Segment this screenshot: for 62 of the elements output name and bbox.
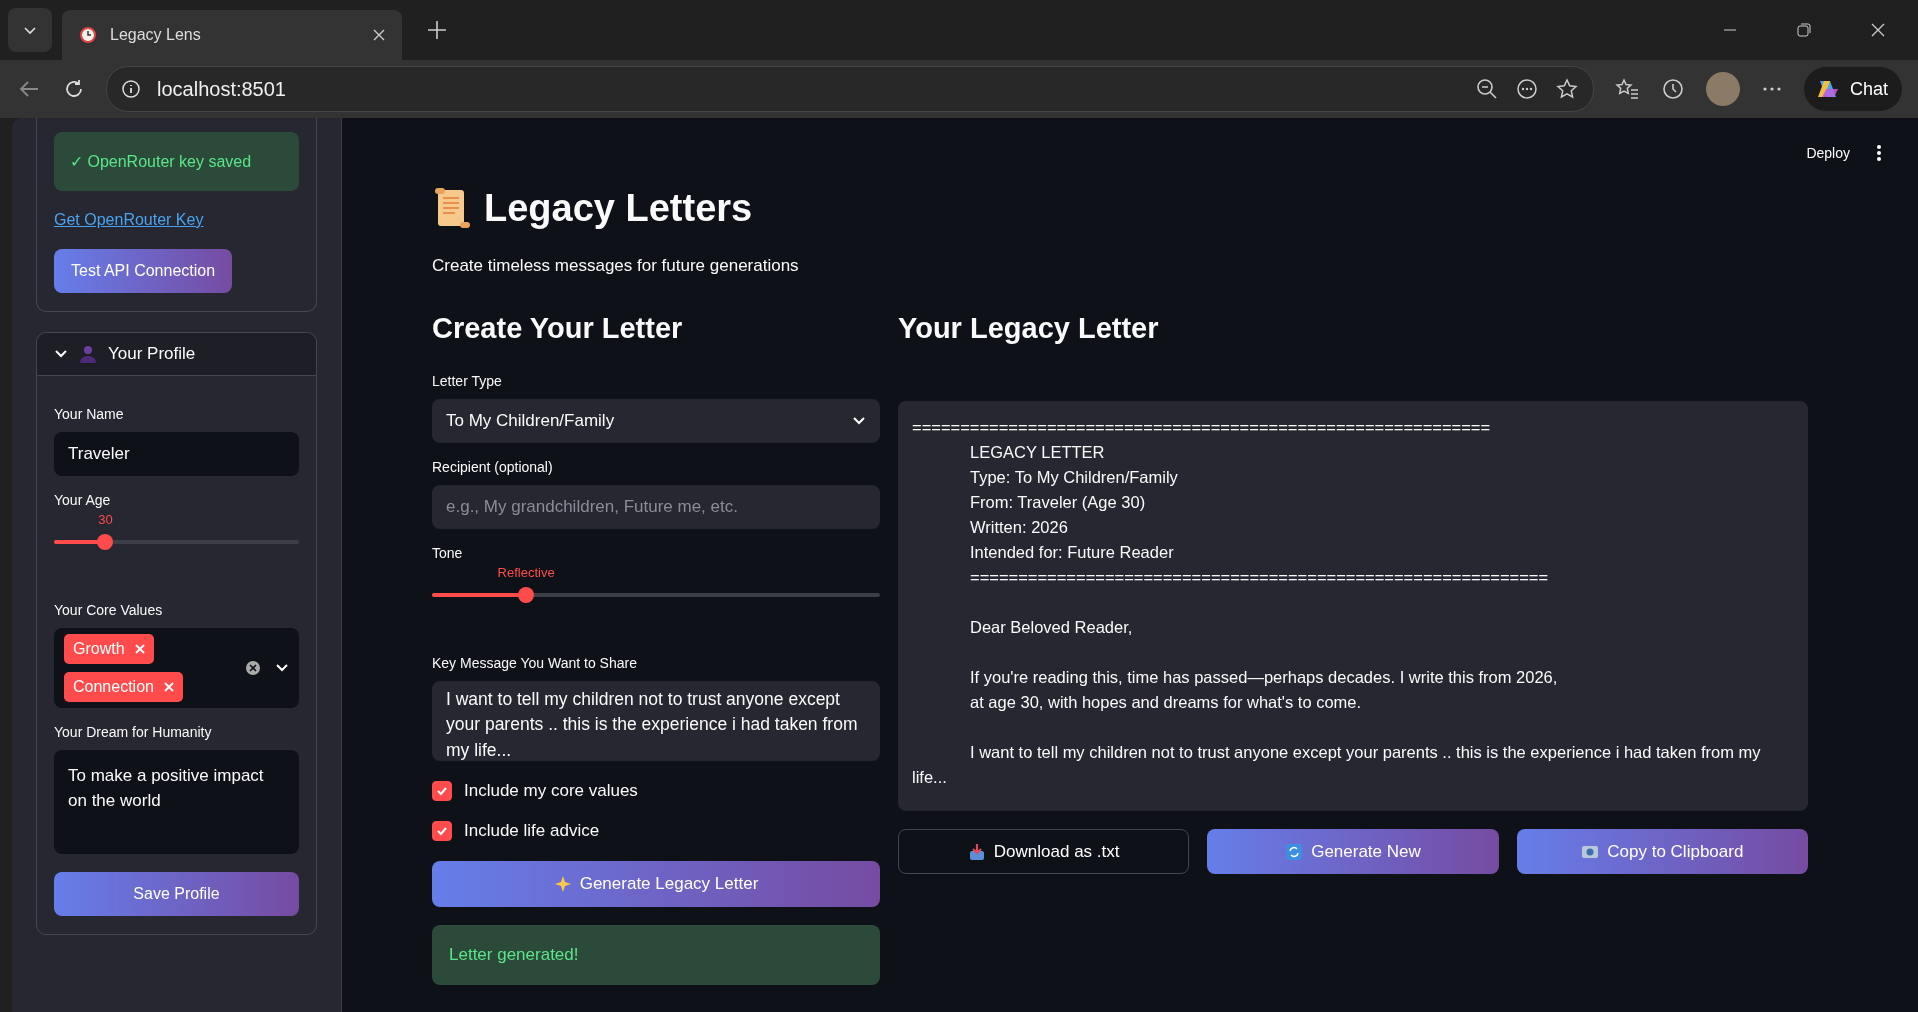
field-label: Your Age (54, 492, 112, 508)
field-label: Your Core Values (54, 602, 164, 618)
dream-textarea[interactable]: To make a positive impact on the world (54, 750, 299, 854)
test-api-button[interactable]: Test API Connection (54, 249, 233, 293)
recipient-field[interactable]: e.g., My grandchildren, Future me, etc. (432, 485, 880, 529)
avatar[interactable] (1705, 72, 1740, 106)
close-icon[interactable] (1870, 22, 1886, 38)
refresh-icon (1285, 842, 1304, 861)
field-label: Key Message You Want to Share (432, 655, 638, 671)
letter-textarea[interactable]: ============================================================ LEGACY LETTER Type: To My Children/Family From: Traveler (Age 30) Written: 2026 Intended for: Future Reader ============================================================ Dear Beloved Reader, If you're reading this, time has passed—perhaps decades. I write this from 2026, at age 30, with hopes and dreams for what's to come. I want to tell my children not to trust anyone except your parents .. this is the experience i had taken from my life... (898, 401, 1808, 811)
section-heading: Create Your Letter (432, 312, 684, 345)
browser-tab[interactable]: Legacy Lens (62, 10, 402, 60)
more-circle-icon[interactable] (1514, 77, 1539, 101)
star-icon[interactable] (1554, 77, 1579, 101)
download-tray-icon (967, 842, 986, 861)
scroll-icon (432, 186, 472, 230)
checkbox[interactable] (432, 821, 452, 841)
clear-icon[interactable] (245, 660, 261, 676)
chat-button[interactable]: Chat (1803, 67, 1902, 111)
success-message: Letter generated! (432, 925, 880, 985)
checkmark-icon (436, 825, 448, 837)
restore-icon[interactable] (1796, 22, 1812, 38)
remove-icon[interactable] (163, 682, 174, 692)
letter-type-select[interactable]: To My Children/Family (432, 399, 880, 443)
checkbox-label: Include my core values (464, 781, 638, 801)
page-subtitle: Create timeless messages for future generations (432, 256, 800, 276)
slider-value: Reflective (497, 565, 555, 580)
checkmark-icon (436, 785, 448, 797)
field-label: Your Dream for Humanity (54, 724, 213, 740)
new-tab-icon[interactable] (426, 19, 448, 41)
person-icon (78, 344, 98, 364)
expander-title: Your Profile (108, 344, 196, 364)
save-profile-button[interactable]: Save Profile (54, 872, 299, 916)
field-label: Tone (432, 545, 464, 561)
alarm-clock-icon (78, 25, 98, 45)
action-button[interactable]: Download as .txt (898, 829, 1190, 874)
zoom-out-icon[interactable] (1474, 77, 1499, 101)
remove-icon[interactable] (134, 644, 145, 654)
close-icon[interactable] (372, 28, 386, 42)
page-title: Legacy Letters (484, 186, 753, 230)
success-message: ✓ OpenRouter key saved (54, 132, 299, 191)
address-field[interactable]: localhost:8501 (106, 66, 1594, 112)
more-vertical-icon[interactable] (1876, 144, 1882, 162)
generate-button[interactable]: Generate Legacy Letter (432, 861, 880, 907)
field-label: Your Name (54, 406, 125, 422)
slider-value: 30 (98, 512, 113, 527)
deploy-button[interactable]: Deploy (1806, 145, 1850, 161)
message-textarea[interactable]: I want to tell my children not to trust anyone except your parents .. this is the experience i had taken from my life... (432, 681, 880, 761)
field-label: Letter Type (432, 373, 503, 389)
openrouter-key-link[interactable]: Get OpenRouter Key (54, 211, 204, 229)
age-slider[interactable] (54, 534, 299, 550)
section-heading: Your Legacy Letter (898, 312, 1160, 345)
info-icon (121, 79, 141, 99)
checkbox-label: Include life advice (464, 821, 600, 841)
field-label: Recipient (optional) (432, 459, 554, 475)
action-button[interactable]: Generate New (1207, 829, 1499, 874)
checkbox[interactable] (432, 781, 452, 801)
profile-expander[interactable]: Your Profile (37, 333, 316, 376)
action-button[interactable]: Copy to Clipboard (1516, 829, 1808, 874)
tone-slider[interactable] (432, 587, 880, 603)
name-field[interactable]: Traveler (54, 432, 299, 476)
favorites-icon[interactable] (1613, 76, 1640, 102)
